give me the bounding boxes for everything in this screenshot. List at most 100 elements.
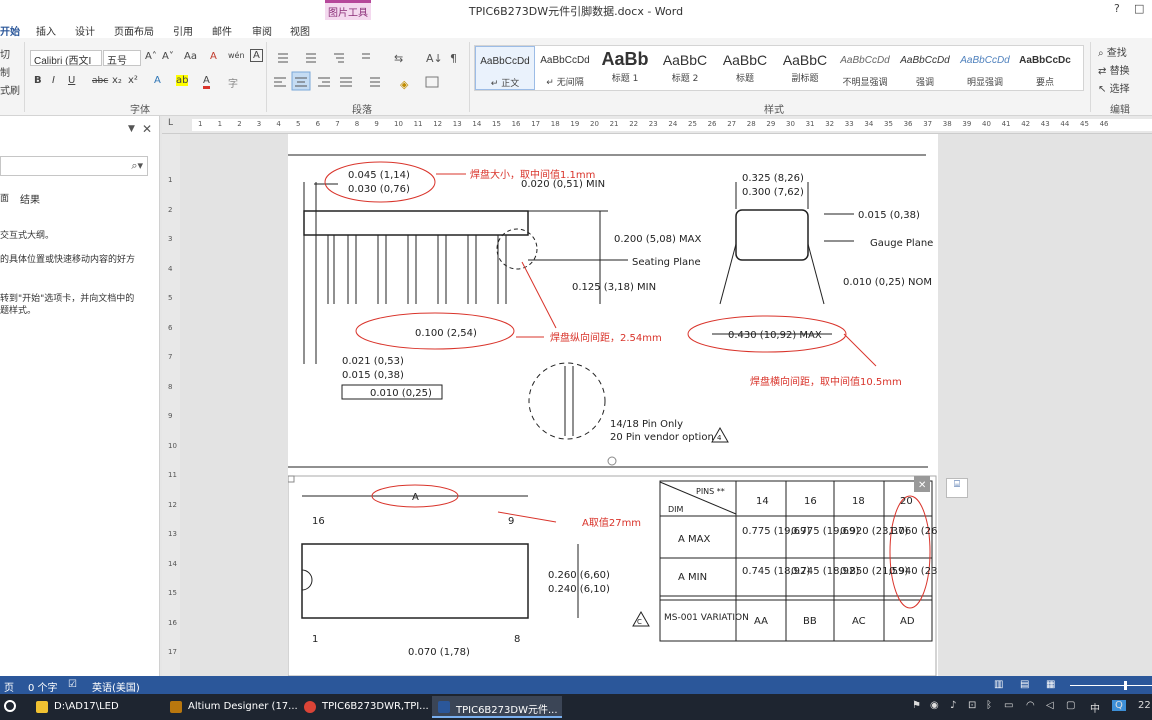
nav-search-input[interactable]: ⌕▾	[0, 156, 148, 176]
tab-review[interactable]: 审阅	[252, 23, 272, 38]
char-border-button[interactable]: A	[250, 49, 263, 62]
close-icon[interactable]: ✕	[142, 122, 152, 136]
rotate-handle[interactable]	[607, 456, 617, 466]
zoom-slider[interactable]	[1070, 685, 1152, 686]
phonetic-guide-button[interactable]: wén	[228, 51, 245, 60]
read-mode-icon[interactable]: ▥	[994, 679, 1003, 690]
tray-monitor-icon[interactable]: ▢	[1066, 700, 1075, 711]
style-title[interactable]: AaBbC 标题	[715, 46, 775, 90]
clear-format-button[interactable]: A	[210, 51, 217, 62]
restore-button[interactable]: □	[1134, 2, 1144, 15]
bold-button[interactable]: B	[34, 75, 42, 86]
superscript-button[interactable]: x²	[128, 75, 138, 86]
taskbar-altium[interactable]: Altium Designer (17...	[164, 696, 298, 718]
proofing-icon[interactable]: ☑	[68, 679, 77, 690]
taskbar-chrome[interactable]: TPIC6B273DWR,TPI...	[298, 696, 430, 718]
window-title: TPIC6B273DW元件引脚数据.docx - Word	[468, 5, 684, 18]
style-no-spacing[interactable]: AaBbCcDd ↵ 无间隔	[535, 46, 595, 90]
format-painter-button[interactable]: 式刷	[0, 82, 20, 97]
cell-var-18: AC	[852, 616, 866, 627]
tray-q-icon[interactable]: Q	[1112, 700, 1126, 711]
zoom-thumb[interactable]	[1124, 681, 1127, 690]
layout-options-icon[interactable]: ⌸	[946, 478, 968, 498]
grow-font-button[interactable]: A˄	[145, 51, 157, 62]
style-normal[interactable]: AaBbCcDd ↵ 正文	[475, 46, 535, 90]
package-drawing-1[interactable]: 0.045 (1,14) 0.030 (0,76) 0.020 (0,51) M…	[288, 134, 938, 676]
dim-a-label: A	[412, 492, 419, 503]
ruler-tick: 35	[884, 120, 893, 128]
ime-indicator[interactable]: 中	[1090, 700, 1100, 715]
nav-tab-results[interactable]: 结果	[20, 191, 40, 206]
tray-network-icon[interactable]: ⊡	[968, 700, 976, 711]
tab-layout[interactable]: 页面布局	[114, 23, 154, 38]
tab-view[interactable]: 视图	[290, 23, 310, 38]
cut-button[interactable]: 切	[0, 46, 10, 61]
horizontal-ruler[interactable]: L 1 1 2 3 4 5 6 7 8 9 10 11 12 13 14 15 16 17 18 19 20 21 22 23…	[162, 116, 1152, 134]
document-page[interactable]: 0.045 (1,14) 0.030 (0,76) 0.020 (0,51) M…	[288, 134, 938, 676]
tray-wifi-icon[interactable]: ◠	[1026, 700, 1035, 711]
style-strong[interactable]: AaBbCcDc 要点	[1015, 46, 1075, 90]
copy-button[interactable]: 制	[0, 64, 10, 79]
taskbar-word[interactable]: TPIC6B273DW元件...	[432, 696, 562, 718]
note-row-spacing: 焊盘横向间距，取中间值10.5mm	[750, 375, 902, 388]
style-emphasis[interactable]: AaBbCcDd 强调	[895, 46, 955, 90]
print-layout-icon[interactable]: ▤	[1020, 679, 1029, 690]
bluetooth-icon[interactable]: ᛒ	[986, 700, 992, 711]
vertical-ruler[interactable]: 1 2 3 4 5 6 7 8 9 10 11 12 13 14 15 16 17	[162, 134, 180, 676]
web-layout-icon[interactable]: ▦	[1046, 679, 1055, 690]
tray-flag-icon[interactable]: ⚑	[912, 700, 921, 711]
tab-mailings[interactable]: 邮件	[212, 23, 232, 38]
word-count[interactable]: 0 个字	[28, 679, 58, 694]
search-circle-icon[interactable]	[4, 700, 16, 712]
style-heading-2[interactable]: AaBbC 标题 2	[655, 46, 715, 90]
speaker-icon[interactable]: ◁	[1046, 700, 1054, 711]
ruler-tick: 4	[276, 120, 281, 128]
underline-button[interactable]: U	[68, 75, 75, 86]
tab-design[interactable]: 设计	[75, 23, 95, 38]
tray-app-icon[interactable]: ◉	[930, 700, 939, 711]
tray-battery-icon[interactable]: ▭	[1004, 700, 1013, 711]
subscript-button[interactable]: x₂	[112, 75, 122, 86]
tab-insert[interactable]: 插入	[36, 23, 56, 38]
search-icon[interactable]: ⌕▾	[131, 159, 143, 173]
tab-stop-selector[interactable]: L	[168, 118, 173, 128]
text-effect-button[interactable]: A	[154, 75, 161, 86]
language-status[interactable]: 英语(美国)	[92, 679, 140, 694]
font-size-select[interactable]: 五号	[103, 50, 141, 66]
help-button[interactable]: ?	[1114, 2, 1120, 15]
italic-button[interactable]: I	[52, 75, 55, 86]
style-subtitle[interactable]: AaBbC 副标题	[775, 46, 835, 90]
style-heading-1[interactable]: AaBb 标题 1	[595, 46, 655, 90]
taskbar-explorer[interactable]: D:\AD17\LED	[30, 696, 158, 718]
ruler-tick: 21	[609, 120, 619, 128]
ruler-tick: 18	[550, 120, 560, 128]
pin-16-label: 16	[312, 516, 325, 527]
tab-home[interactable]: 开始	[0, 23, 20, 38]
select-button[interactable]: ↖ 选择	[1098, 80, 1130, 95]
pin-9-label: 9	[508, 516, 514, 527]
paragraph-tools[interactable]: ⇆ A↓ ¶ ◈	[270, 46, 466, 96]
change-case-button[interactable]: Aa	[184, 51, 197, 62]
chevron-down-icon[interactable]: ▼	[128, 124, 135, 134]
replace-button[interactable]: ⇄ 替换	[1098, 62, 1130, 77]
shrink-font-button[interactable]: A˅	[162, 51, 174, 62]
tray-volume-icon[interactable]: ♪	[950, 700, 956, 711]
clock[interactable]: 22	[1138, 700, 1151, 711]
page-status[interactable]: 页	[4, 679, 14, 694]
replace-icon: ⇄	[1098, 66, 1107, 77]
highlight-button[interactable]: ab	[176, 75, 189, 86]
find-button[interactable]: ⌕ 查找	[1098, 44, 1127, 59]
font-name-select[interactable]: Calibri (西文I	[30, 50, 102, 66]
ruler-tick: 17	[168, 648, 177, 656]
strikethrough-button[interactable]: abc	[92, 76, 108, 86]
enclose-char-button[interactable]: 字	[228, 75, 238, 90]
tab-references[interactable]: 引用	[173, 23, 193, 38]
document-canvas[interactable]: 0.045 (1,14) 0.030 (0,76) 0.020 (0,51) M…	[180, 134, 1152, 676]
style-intense-emphasis[interactable]: AaBbCcDd 明显强调	[955, 46, 1015, 90]
style-subtle-emphasis[interactable]: AaBbCcDd 不明显强调	[835, 46, 895, 90]
table-col-16: 16	[804, 496, 817, 507]
nav-tab-pages[interactable]: 面	[0, 191, 9, 204]
styles-gallery[interactable]: AaBbCcDd ↵ 正文 AaBbCcDd ↵ 无间隔 AaBb 标题 1 AaBb…	[474, 45, 1084, 91]
dim-010: 0.010 (0,25) NOM	[843, 277, 932, 288]
font-color-button[interactable]: A	[203, 75, 210, 89]
